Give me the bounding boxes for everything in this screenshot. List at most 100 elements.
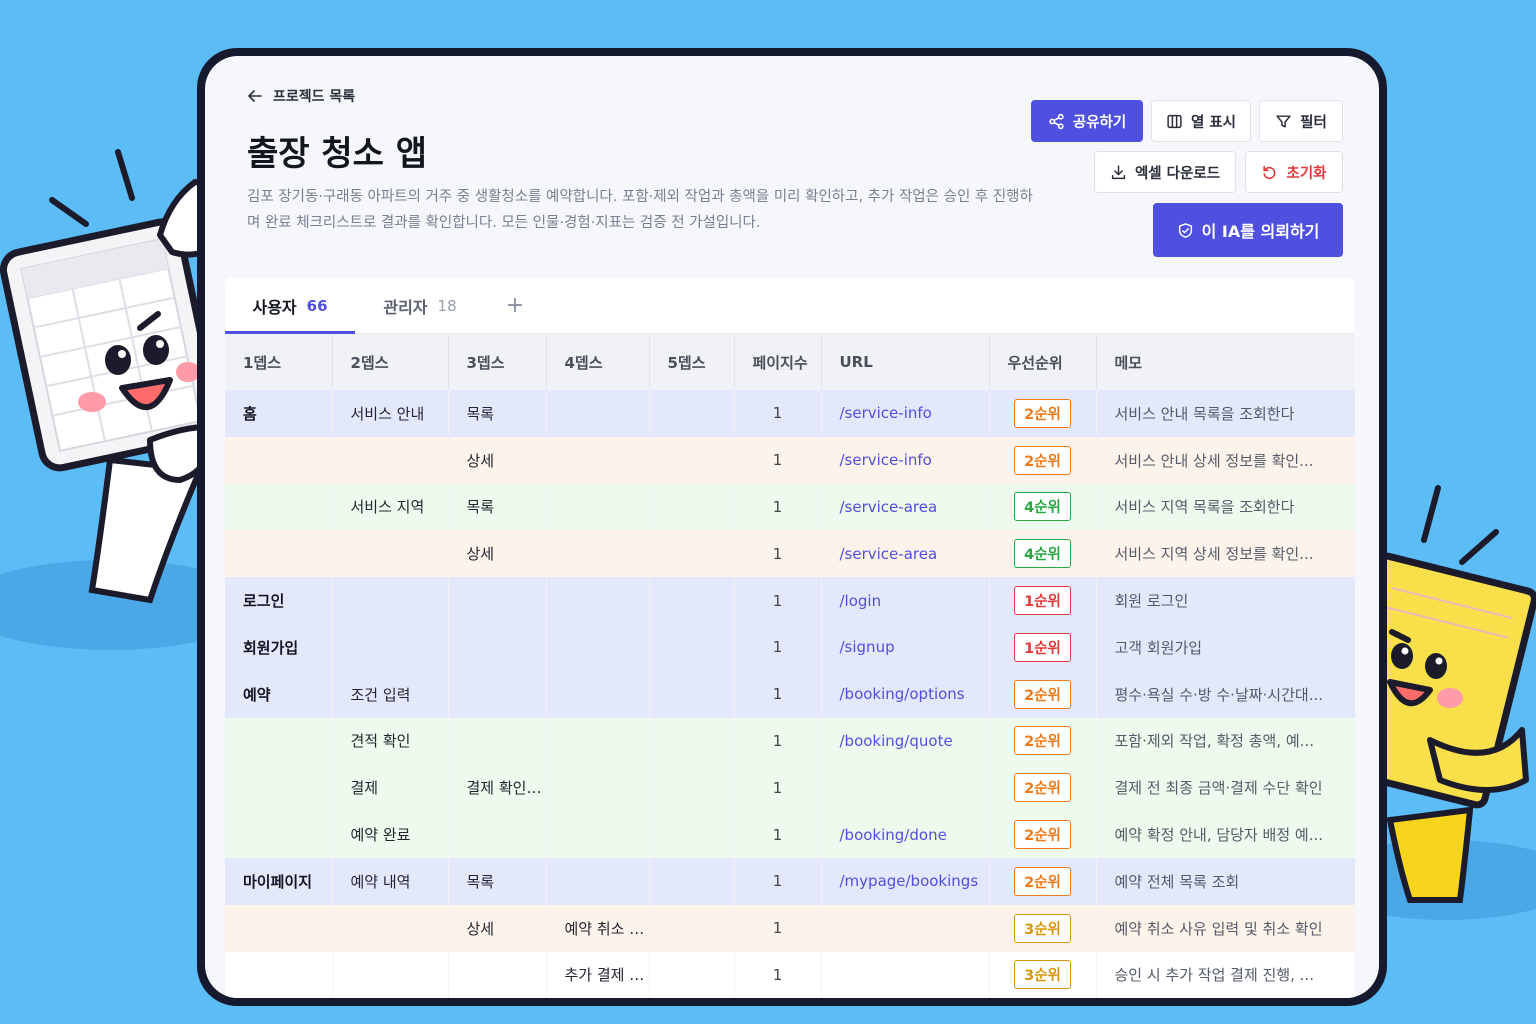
cell-memo[interactable]: 결제 전 최종 금액·결제 수단 확인 <box>1096 764 1355 812</box>
col-header[interactable]: 3뎁스 <box>448 334 547 390</box>
cell-memo[interactable]: 예약 취소 사유 입력 및 취소 확인 <box>1096 904 1355 952</box>
cell-memo[interactable]: 예약 전체 목록 조회 <box>1096 857 1355 905</box>
cell-depth5[interactable] <box>649 390 735 437</box>
add-tab-button[interactable]: + <box>485 278 545 333</box>
cell-pages[interactable]: 1 <box>734 764 822 812</box>
cell-depth1[interactable]: 회원가입 <box>225 623 333 671</box>
cell-priority[interactable]: 4순위 <box>989 530 1097 578</box>
cell-depth1[interactable] <box>225 717 333 765</box>
cell-depth3[interactable]: 상세 <box>448 904 547 952</box>
cell-memo[interactable]: 회원 로그인 <box>1096 577 1355 624</box>
cell-depth1[interactable]: 홈 <box>225 390 333 437</box>
cell-depth1[interactable] <box>225 951 333 998</box>
cell-depth3[interactable] <box>448 717 547 765</box>
cell-pages[interactable]: 1 <box>734 951 822 998</box>
cell-url[interactable]: /service-area <box>821 483 990 531</box>
cell-priority[interactable]: 2순위 <box>989 857 1097 905</box>
cell-depth4[interactable] <box>546 530 650 578</box>
cell-memo[interactable]: 예약 확정 안내, 담당자 배정 예... <box>1096 811 1355 858</box>
cell-priority[interactable]: 2순위 <box>989 390 1097 437</box>
cell-url[interactable] <box>821 951 990 998</box>
cell-depth4[interactable] <box>546 857 650 905</box>
col-header[interactable]: 5뎁스 <box>649 334 735 390</box>
col-header[interactable]: 1뎁스 <box>225 334 333 390</box>
tab-admin[interactable]: 관리자 18 <box>355 278 485 333</box>
col-header[interactable]: 4뎁스 <box>546 334 650 390</box>
cell-depth4[interactable] <box>546 436 650 484</box>
cell-depth3[interactable] <box>448 623 547 671</box>
cell-pages[interactable]: 1 <box>734 904 822 952</box>
cell-pages[interactable]: 1 <box>734 483 822 531</box>
cell-priority[interactable]: 1순위 <box>989 577 1097 624</box>
cell-depth2[interactable] <box>332 904 449 952</box>
request-ia-button[interactable]: 이 IA를 의뢰하기 <box>1153 203 1343 257</box>
cell-depth5[interactable] <box>649 857 735 905</box>
table-row[interactable]: 상세 1/service-area 4순위 서비스 지역 상세 정보를 확인... <box>225 530 1355 578</box>
filter-button[interactable]: 필터 <box>1259 100 1343 142</box>
cell-memo[interactable]: 승인 시 추가 작업 결제 진행, ... <box>1096 951 1355 998</box>
cell-depth5[interactable] <box>649 951 735 998</box>
cell-depth3[interactable]: 목록 <box>448 483 547 531</box>
table-row[interactable]: 예약 조건 입력 1/booking/options 2순위 평수·욕실 수·방 수·날… <box>225 670 1355 718</box>
cell-depth5[interactable] <box>649 577 735 624</box>
cell-depth4[interactable] <box>546 811 650 858</box>
cell-depth5[interactable] <box>649 623 735 671</box>
cell-priority[interactable]: 2순위 <box>989 764 1097 812</box>
cell-priority[interactable]: 2순위 <box>989 670 1097 718</box>
table-row[interactable]: 추가 결제 모달 1 3순위 승인 시 추가 작업 결제 진행, ... <box>225 951 1355 998</box>
cell-depth2[interactable]: 결제 <box>332 764 449 812</box>
cell-depth2[interactable] <box>332 436 449 484</box>
cell-depth5[interactable] <box>649 483 735 531</box>
cell-depth4[interactable] <box>546 717 650 765</box>
cell-depth3[interactable]: 상세 <box>448 530 547 578</box>
cell-url[interactable] <box>821 764 990 812</box>
cell-pages[interactable]: 1 <box>734 857 822 905</box>
cell-depth4[interactable]: 예약 취소 모달 <box>546 904 650 952</box>
table-row[interactable]: 로그인 1/login 1순위 회원 로그인 <box>225 577 1355 624</box>
cell-memo[interactable]: 서비스 지역 목록을 조회한다 <box>1096 483 1355 531</box>
cell-depth1[interactable] <box>225 904 333 952</box>
cell-depth4[interactable] <box>546 577 650 624</box>
cell-depth3[interactable] <box>448 811 547 858</box>
cell-depth4[interactable] <box>546 764 650 812</box>
share-button[interactable]: 공유하기 <box>1031 100 1143 142</box>
cell-url[interactable]: /service-info <box>821 390 990 437</box>
cell-pages[interactable]: 1 <box>734 577 822 624</box>
col-header[interactable]: 우선순위 <box>989 334 1097 390</box>
cell-url[interactable]: /service-area <box>821 530 990 578</box>
table-row[interactable]: 상세 1/service-info 2순위 서비스 안내 상세 정보를 확인... <box>225 436 1355 484</box>
col-header[interactable]: URL <box>821 334 990 390</box>
cell-depth3[interactable]: 목록 <box>448 857 547 905</box>
cell-url[interactable]: /booking/options <box>821 670 990 718</box>
cell-depth5[interactable] <box>649 717 735 765</box>
cell-depth4[interactable] <box>546 623 650 671</box>
cell-url[interactable] <box>821 904 990 952</box>
cell-depth2[interactable] <box>332 530 449 578</box>
cell-url[interactable]: /booking/quote <box>821 717 990 765</box>
cell-depth5[interactable] <box>649 436 735 484</box>
table-row[interactable]: 마이페이지 예약 내역 목록 1/mypage/bookings 2순위 예약 전체 목록… <box>225 857 1355 905</box>
cell-depth5[interactable] <box>649 530 735 578</box>
cell-priority[interactable]: 3순위 <box>989 904 1097 952</box>
back-link[interactable]: 프로젝드 목록 <box>247 86 355 106</box>
cell-memo[interactable]: 포함·제외 작업, 확정 총액, 예... <box>1096 717 1355 765</box>
cell-depth2[interactable]: 조건 입력 <box>332 670 449 718</box>
excel-download-button[interactable]: 엑셀 다운로드 <box>1094 151 1236 193</box>
cell-depth4[interactable] <box>546 483 650 531</box>
reset-button[interactable]: 초기화 <box>1245 151 1343 193</box>
cell-pages[interactable]: 1 <box>734 623 822 671</box>
cell-depth3[interactable] <box>448 577 547 624</box>
table-row[interactable]: 예약 완료 1/booking/done 2순위 예약 확정 안내, 담당자 배정 예… <box>225 811 1355 858</box>
cell-depth1[interactable]: 마이페이지 <box>225 857 333 905</box>
cell-depth2[interactable]: 서비스 안내 <box>332 390 449 437</box>
cell-depth1[interactable] <box>225 483 333 531</box>
col-header[interactable]: 페이지수 <box>734 334 822 390</box>
table-row[interactable]: 견적 확인 1/booking/quote 2순위 포함·제외 작업, 확정 총액, … <box>225 717 1355 765</box>
table-row[interactable]: 홈 서비스 안내 목록 1/service-info 2순위 서비스 안내 목록을 조회한… <box>225 390 1355 437</box>
cell-depth2[interactable]: 예약 내역 <box>332 857 449 905</box>
cell-url[interactable]: /booking/done <box>821 811 990 858</box>
cell-depth4[interactable] <box>546 390 650 437</box>
tab-user[interactable]: 사용자 66 <box>225 278 355 334</box>
cell-depth3[interactable] <box>448 951 547 998</box>
cell-pages[interactable]: 1 <box>734 390 822 437</box>
